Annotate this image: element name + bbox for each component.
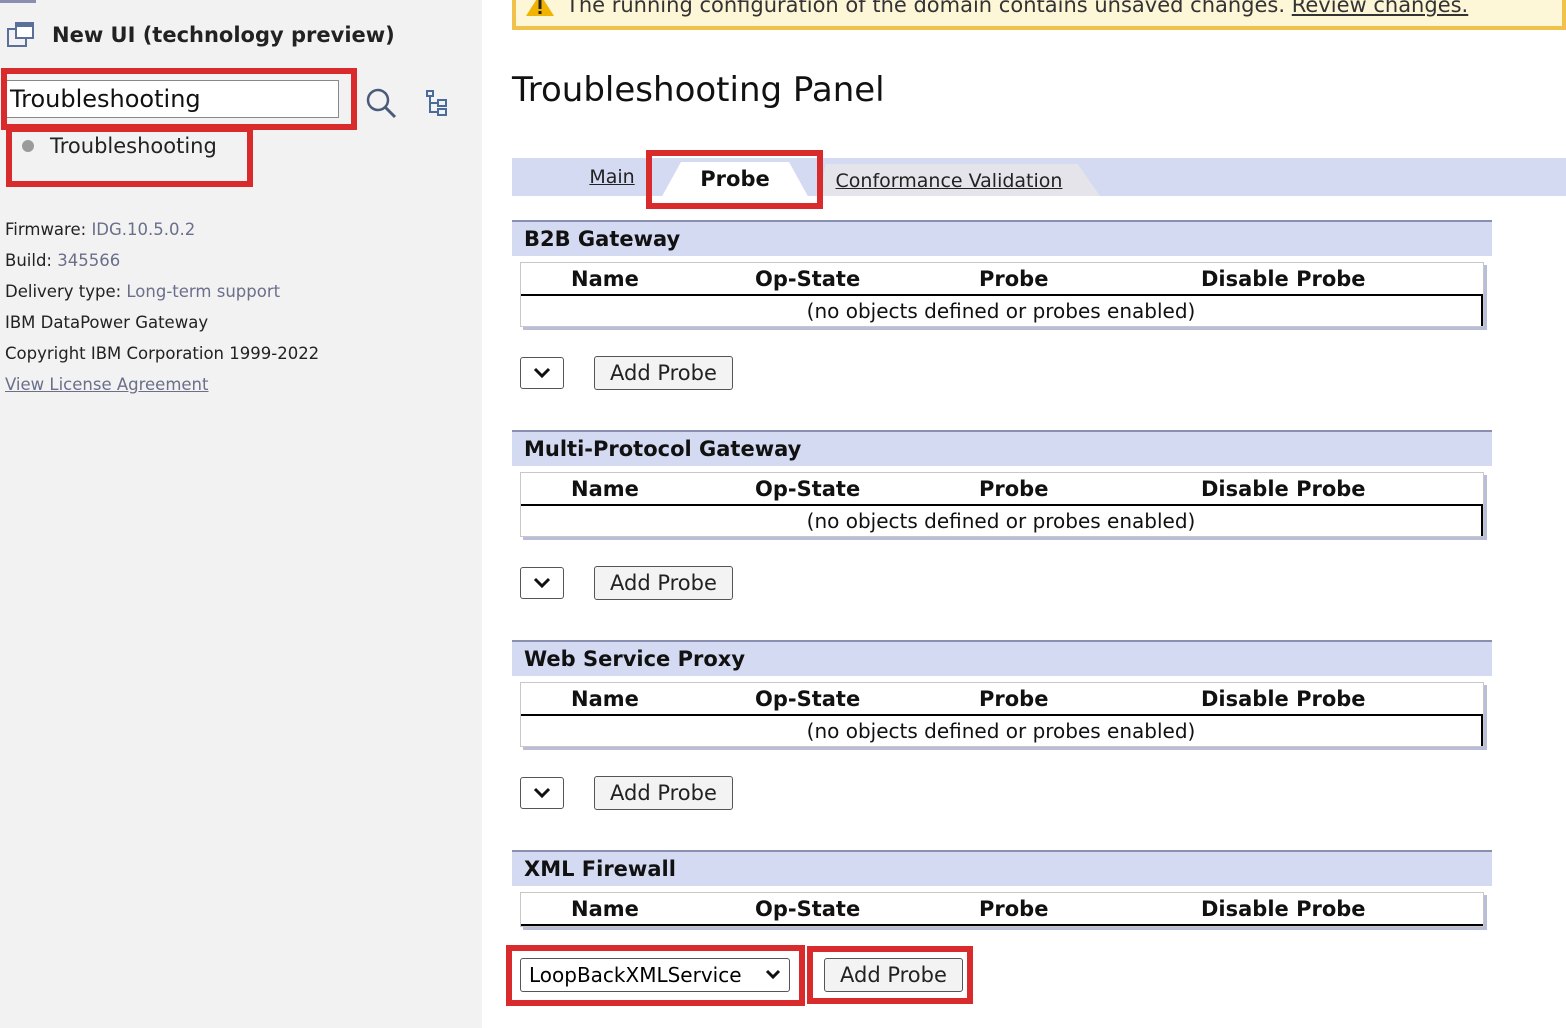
highlight-box-result (6, 126, 253, 187)
chevron-down-icon (533, 787, 551, 799)
highlight-box-service-select (506, 945, 805, 1006)
new-ui-label: New UI (technology preview) (52, 23, 395, 47)
highlight-box-add-probe (807, 946, 973, 1004)
probe-table: Name Op-State Probe Disable Probe (no ob… (520, 682, 1484, 747)
section-multi-protocol-gateway: Multi-Protocol Gateway Name Op-State Pro… (512, 430, 1492, 610)
col-probe: Probe (979, 476, 1049, 501)
col-op-state: Op-State (755, 476, 861, 501)
table-header: Name Op-State Probe Disable Probe (521, 473, 1483, 506)
col-name: Name (571, 686, 639, 711)
section-web-service-proxy: Web Service Proxy Name Op-State Probe Di… (512, 640, 1492, 820)
highlight-box-probe-tab (646, 150, 823, 209)
probe-table: Name Op-State Probe Disable Probe (no ob… (520, 262, 1484, 327)
section-header: XML Firewall (512, 850, 1492, 886)
table-header: Name Op-State Probe Disable Probe (521, 893, 1483, 926)
col-probe: Probe (979, 266, 1049, 291)
empty-row: (no objects defined or probes enabled) (521, 506, 1483, 536)
unsaved-changes-banner: The running configuration of the domain … (512, 0, 1566, 30)
probe-table: Name Op-State Probe Disable Probe (no ob… (520, 472, 1484, 537)
col-name: Name (571, 896, 639, 921)
col-name: Name (571, 266, 639, 291)
col-disable-probe: Disable Probe (1201, 266, 1366, 291)
firmware-info: Firmware: IDG.10.5.0.2 Build: 345566 Del… (5, 214, 319, 400)
col-name: Name (571, 476, 639, 501)
search-icon[interactable] (364, 86, 398, 120)
col-probe: Probe (979, 896, 1049, 921)
add-probe-row: Add Probe (520, 566, 733, 600)
section-header: Web Service Proxy (512, 640, 1492, 676)
col-probe: Probe (979, 686, 1049, 711)
object-select[interactable] (520, 777, 564, 809)
empty-row: (no objects defined or probes enabled) (521, 296, 1483, 326)
col-disable-probe: Disable Probe (1201, 476, 1366, 501)
section-header: B2B Gateway (512, 220, 1492, 256)
tree-icon[interactable] (424, 88, 450, 118)
product-name: IBM DataPower Gateway (5, 313, 209, 332)
license-link[interactable]: View License Agreement (5, 375, 209, 394)
highlight-box-search (1, 68, 357, 130)
empty-row: (no objects defined or probes enabled) (521, 716, 1483, 746)
copyright: Copyright IBM Corporation 1999-2022 (5, 344, 320, 363)
sidebar-top-accent (0, 0, 36, 3)
probe-table: Name Op-State Probe Disable Probe (520, 892, 1484, 927)
tab-conformance-validation[interactable]: Conformance Validation (824, 162, 1074, 200)
window-icon (7, 22, 34, 47)
add-probe-row: Add Probe (520, 776, 733, 810)
col-disable-probe: Disable Probe (1201, 686, 1366, 711)
col-op-state: Op-State (755, 266, 861, 291)
page-title: Troubleshooting Panel (512, 70, 885, 110)
object-select[interactable] (520, 567, 564, 599)
add-probe-button[interactable]: Add Probe (594, 776, 733, 810)
col-op-state: Op-State (755, 896, 861, 921)
add-probe-row: Add Probe (520, 356, 733, 390)
review-changes-link[interactable]: Review changes. (1292, 0, 1469, 17)
col-op-state: Op-State (755, 686, 861, 711)
delivery-row: Delivery type: Long-term support (5, 282, 281, 301)
warning-icon (526, 0, 554, 16)
firmware-row: Firmware: IDG.10.5.0.2 (5, 220, 196, 239)
section-b2b-gateway: B2B Gateway Name Op-State Probe Disable … (512, 220, 1492, 400)
object-select[interactable] (520, 357, 564, 389)
chevron-down-icon (533, 367, 551, 379)
add-probe-button[interactable]: Add Probe (594, 566, 733, 600)
table-header: Name Op-State Probe Disable Probe (521, 263, 1483, 296)
chevron-down-icon (533, 577, 551, 589)
banner-text: The running configuration of the domain … (566, 0, 1286, 17)
build-row: Build: 345566 (5, 251, 121, 270)
col-disable-probe: Disable Probe (1201, 896, 1366, 921)
table-header: Name Op-State Probe Disable Probe (521, 683, 1483, 716)
new-ui-link[interactable]: New UI (technology preview) (6, 18, 395, 52)
add-probe-button[interactable]: Add Probe (594, 356, 733, 390)
tab-main[interactable]: Main (588, 158, 636, 196)
section-header: Multi-Protocol Gateway (512, 430, 1492, 466)
